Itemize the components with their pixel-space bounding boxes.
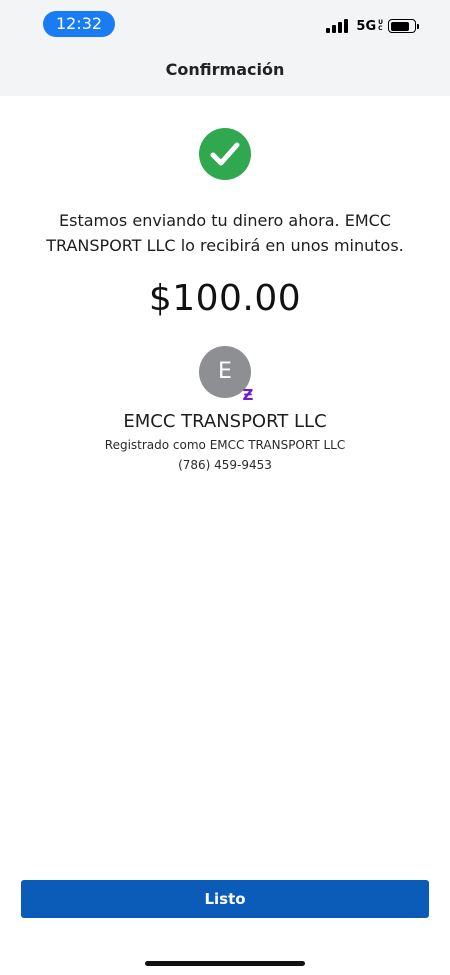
- transfer-amount: $100.00: [148, 278, 302, 319]
- battery-icon: [388, 19, 419, 33]
- status-time[interactable]: 12:32: [43, 11, 115, 37]
- recipient-registered-as: Registrado como EMCC TRANSPORT LLC: [104, 438, 346, 452]
- network-type: 5G: [356, 18, 377, 34]
- done-button[interactable]: Listo: [21, 880, 429, 918]
- top-area: 12:32 5G U C Confirmación: [0, 0, 450, 96]
- home-indicator[interactable]: [145, 961, 305, 966]
- cellular-signal-icon: [326, 19, 350, 33]
- recipient-phone: (786) 459-9453: [178, 458, 272, 472]
- page-title: Confirmación: [165, 60, 285, 79]
- confirmation-message: Estamos enviando tu dinero ahora. EMCC T…: [46, 211, 404, 255]
- battery-cap: [417, 24, 419, 29]
- status-indicators: 5G U C: [326, 16, 419, 36]
- confirmation-screen: 12:32 5G U C Confirmación Estamos envian…: [0, 0, 450, 975]
- network-uc-letter-c: C: [378, 25, 383, 32]
- network-uc-indicator: U C: [378, 20, 383, 32]
- success-check-icon: [199, 128, 251, 180]
- zelle-badge-icon: Ƶ: [242, 386, 254, 404]
- battery-level-fill: [390, 21, 410, 31]
- recipient-name: EMCC TRANSPORT LLC: [123, 411, 327, 432]
